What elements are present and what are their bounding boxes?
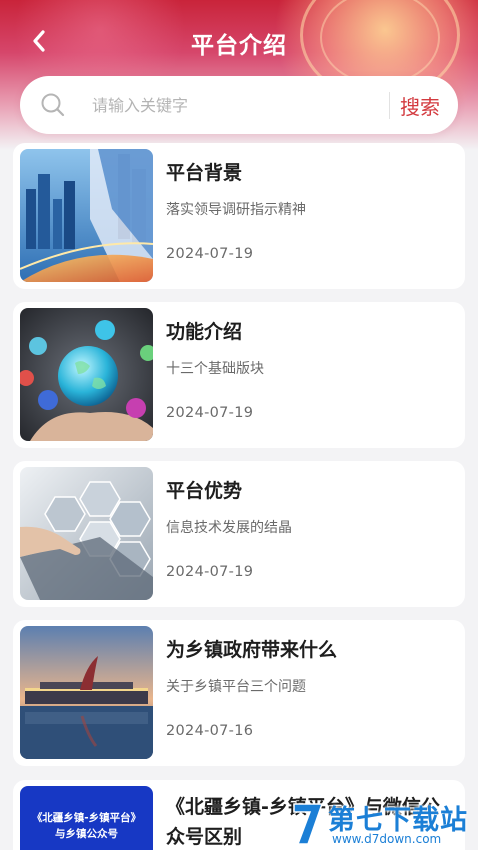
watermark-url: www.d7down.com — [332, 832, 442, 846]
search-button[interactable]: 搜索 — [400, 88, 466, 122]
article-title: 为乡镇政府带来什么 — [166, 639, 338, 661]
top-bar: 平台介绍 — [0, 0, 478, 82]
search-input[interactable] — [92, 86, 372, 124]
article-date: 2024-07-19 — [166, 405, 254, 421]
page-title: 平台介绍 — [191, 33, 287, 59]
article-title: 平台背景 — [166, 162, 243, 184]
poster-text: 与乡镇公众号 — [55, 828, 118, 840]
article-description: 落实领导调研指示精神 — [166, 202, 306, 218]
search-icon — [41, 93, 65, 117]
article-card[interactable]: 功能介绍 十三个基础版块 2024-07-19 — [13, 302, 465, 448]
article-title: 功能介绍 — [166, 321, 243, 343]
article-description: 信息技术发展的结晶 — [166, 520, 292, 536]
article-title: 平台优势 — [166, 480, 243, 502]
article-card[interactable]: 平台背景 落实领导调研指示精神 2024-07-19 — [13, 143, 465, 289]
article-date: 2024-07-19 — [166, 564, 254, 580]
article-description: 关于乡镇平台三个问题 — [166, 679, 306, 695]
city-skyline-image — [20, 149, 153, 282]
article-date: 2024-07-19 — [166, 246, 254, 262]
government-building-image — [20, 626, 153, 759]
article-description: 十三个基础版块 — [166, 361, 264, 377]
article-card[interactable]: 平台优势 信息技术发展的结晶 2024-07-19 — [13, 461, 465, 607]
article-card[interactable]: 为乡镇政府带来什么 关于乡镇平台三个问题 2024-07-16 — [13, 620, 465, 766]
hands-globe-image — [20, 308, 153, 441]
poster-image: 《北疆乡镇-乡镇平台》 与乡镇公众号 区别 — [20, 786, 153, 850]
watermark: 第七下载站 www.d7down.com — [286, 798, 478, 850]
tech-touch-image — [20, 467, 153, 600]
article-date: 2024-07-16 — [166, 723, 254, 739]
poster-text: 《北疆乡镇-乡镇平台》 — [31, 812, 142, 824]
search-bar: 搜索 — [20, 76, 458, 134]
d7-logo-icon — [293, 803, 324, 845]
poster-text: 区别 — [20, 844, 153, 850]
search-divider — [389, 92, 390, 119]
